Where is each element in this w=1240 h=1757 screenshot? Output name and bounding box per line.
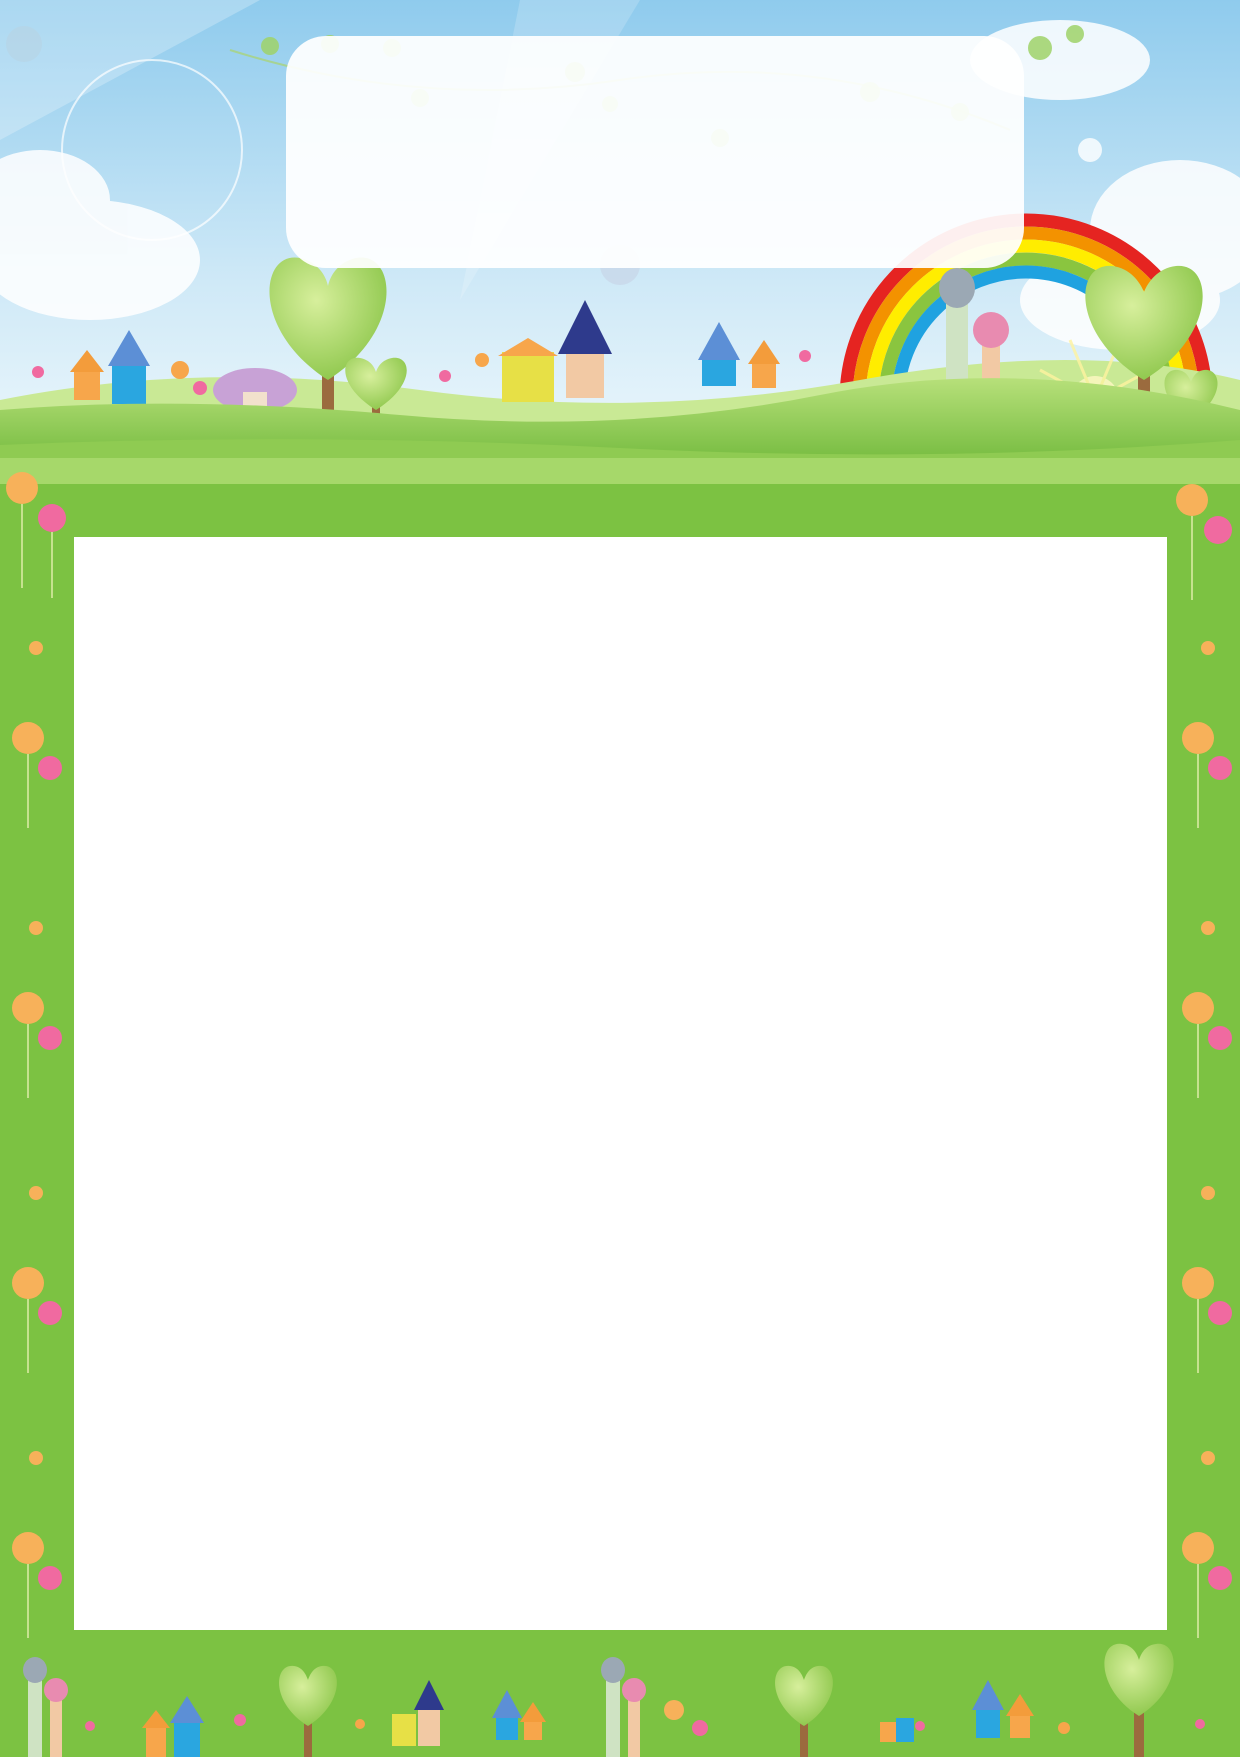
content-panel xyxy=(74,537,1167,1630)
decorative-page xyxy=(0,0,1240,1757)
header-scene xyxy=(0,0,1240,470)
title-banner xyxy=(286,36,1024,268)
